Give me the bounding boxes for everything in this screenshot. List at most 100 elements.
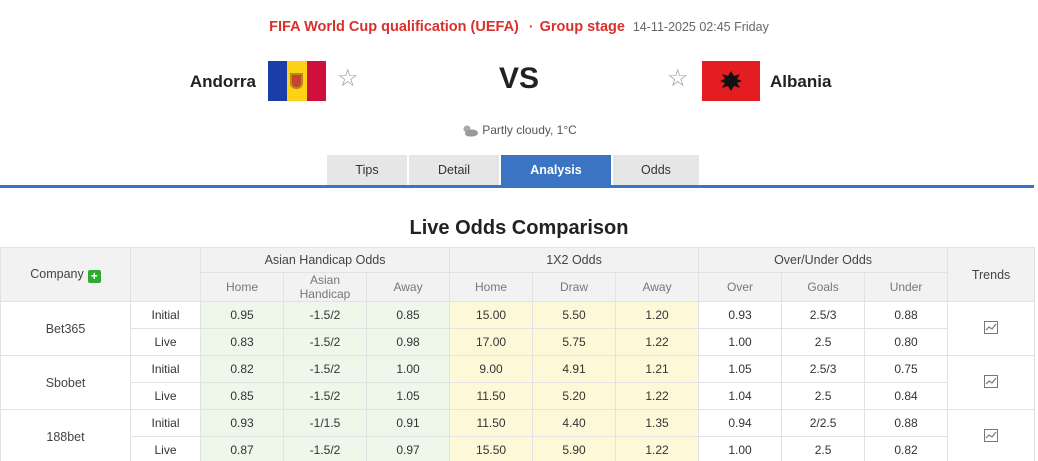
odds-cell: 1.22 xyxy=(615,382,700,410)
odds-table: Company + Asian Handicap Odds 1X2 Odds Ov… xyxy=(0,247,1036,461)
odds-cell: 2/2.5 xyxy=(781,409,866,437)
odds-cell: 0.80 xyxy=(864,328,949,356)
odds-cell: 1.00 xyxy=(698,328,783,356)
odds-cell: 2.5/3 xyxy=(781,301,866,329)
odds-cell: 2.5/3 xyxy=(781,355,866,383)
odds-cell: 1.21 xyxy=(615,355,700,383)
sub-header: Asian Handicap xyxy=(283,272,367,302)
odds-cell: 0.88 xyxy=(864,409,949,437)
plus-icon[interactable]: + xyxy=(87,269,101,283)
over-under-header: Over/Under Odds xyxy=(698,247,949,273)
trend-cell[interactable] xyxy=(947,301,1036,356)
odds-cell: 0.93 xyxy=(200,409,284,437)
trend-chart-icon[interactable] xyxy=(984,428,999,442)
odds-cell: 1.00 xyxy=(698,436,783,461)
table-row: Live 0.85 -1.5/2 1.05 11.50 5.20 1.22 1.04 2.5 0.… xyxy=(1,382,1035,410)
odds-cell: 0.94 xyxy=(698,409,783,437)
sub-header: Away xyxy=(365,272,451,302)
albania-flag-icon[interactable] xyxy=(702,61,760,101)
odds-type: Initial xyxy=(130,355,201,383)
odds-cell: 1.04 xyxy=(698,382,783,410)
weather-info: Partly cloudy, 1°C xyxy=(0,123,1038,137)
odds-cell: 0.82 xyxy=(864,436,949,461)
odds-cell: 5.20 xyxy=(532,382,617,410)
odds-cell: 1.05 xyxy=(365,382,451,410)
sub-header: Home xyxy=(449,272,534,302)
competition-link[interactable]: FIFA World Cup qualification (UEFA) xyxy=(269,19,519,35)
odds-cell: 0.75 xyxy=(864,355,949,383)
star-icon[interactable]: ☆ xyxy=(667,67,689,91)
match-header: FIFA World Cup qualification (UEFA) · Grou… xyxy=(0,18,1038,35)
odds-cell: -1.5/2 xyxy=(283,301,367,329)
section-title: Live Odds Comparison xyxy=(409,217,629,239)
company-name[interactable]: Sbobet xyxy=(0,355,131,410)
tab-tips[interactable]: Tips xyxy=(327,155,407,185)
odds-cell: 5.75 xyxy=(532,328,617,356)
odds-type: Live xyxy=(130,328,201,356)
company-name[interactable]: Bet365 xyxy=(0,301,131,356)
odds-cell: 1.05 xyxy=(698,355,783,383)
odds-cell: 0.95 xyxy=(200,301,284,329)
odds-cell: -1.5/2 xyxy=(283,328,367,356)
odds-cell: 1.22 xyxy=(615,328,700,356)
odds-cell: 2.5 xyxy=(781,436,866,461)
odds-cell: 11.50 xyxy=(449,409,534,437)
odds-type: Initial xyxy=(130,409,201,437)
trend-cell[interactable] xyxy=(947,355,1036,410)
table-row: Live 0.87 -1.5/2 0.97 15.50 5.90 1.22 1.00 2.5 0.… xyxy=(1,436,1035,461)
odds-cell: 4.91 xyxy=(532,355,617,383)
tab-underline xyxy=(0,185,1034,188)
odds-type: Live xyxy=(130,436,201,461)
odds-cell: 1.00 xyxy=(365,355,451,383)
odds-cell: 0.98 xyxy=(365,328,451,356)
asian-handicap-header: Asian Handicap Odds xyxy=(199,247,451,273)
odds-type: Live xyxy=(130,382,201,410)
sub-header: Goals xyxy=(781,272,866,302)
tab-analysis[interactable]: Analysis xyxy=(501,155,611,185)
away-team-name[interactable]: Albania xyxy=(770,72,831,92)
odds-cell: -1.5/2 xyxy=(283,382,367,410)
odds-cell: 1.35 xyxy=(615,409,700,437)
odds-cell: 0.82 xyxy=(200,355,284,383)
trend-chart-icon[interactable] xyxy=(984,374,999,388)
vs-label: VS xyxy=(498,62,540,95)
odds-cell: 1.22 xyxy=(615,436,700,461)
odds-cell: 0.85 xyxy=(365,301,451,329)
odds-cell: 2.5 xyxy=(781,328,866,356)
odds-cell: 15.00 xyxy=(449,301,534,329)
odds-cell: 0.88 xyxy=(864,301,949,329)
sub-header: Under xyxy=(864,272,949,302)
odds-cell: 11.50 xyxy=(449,382,534,410)
odds-cell: 0.91 xyxy=(365,409,451,437)
separator-dot: · xyxy=(528,18,534,34)
odds-type: Initial xyxy=(130,301,201,329)
odds-cell: 5.50 xyxy=(532,301,617,329)
odds-cell: 4.40 xyxy=(532,409,617,437)
odds-cell: 5.90 xyxy=(532,436,617,461)
sub-header: Away xyxy=(615,272,700,302)
odds-cell: 1.20 xyxy=(615,301,700,329)
trend-cell[interactable] xyxy=(947,409,1036,461)
odds-cell: 0.85 xyxy=(200,382,284,410)
odds-cell: 0.97 xyxy=(365,436,451,461)
odds-cell: 0.83 xyxy=(200,328,284,356)
table-row: Bet365 Initial 0.95 -1.5/2 0.85 15.00 5.50 1.20… xyxy=(0,301,1036,356)
company-header: Company + xyxy=(0,247,131,302)
trends-header: Trends xyxy=(947,247,1036,302)
table-row: Sbobet Initial 0.82 -1.5/2 1.00 9.00 4.91 1.21 1… xyxy=(0,355,1036,410)
company-name[interactable]: 188bet xyxy=(0,409,131,461)
tab-odds[interactable]: Odds xyxy=(613,155,699,185)
table-row: 188bet Initial 0.93 -1/1.5 0.91 11.50 4.40 1.35… xyxy=(0,409,1036,461)
trend-chart-icon[interactable] xyxy=(984,320,999,334)
1x2-header: 1X2 Odds xyxy=(449,247,700,273)
type-header xyxy=(130,247,201,302)
sub-header: Over xyxy=(698,272,783,302)
weather-text: Partly cloudy, 1°C xyxy=(482,123,577,137)
stage-link[interactable]: Group stage xyxy=(540,19,625,35)
odds-cell: 17.00 xyxy=(449,328,534,356)
sub-header: Draw xyxy=(532,272,617,302)
tab-detail[interactable]: Detail xyxy=(409,155,499,185)
match-tabs: Tips Detail Analysis Odds xyxy=(327,155,701,185)
odds-cell: 15.50 xyxy=(449,436,534,461)
match-datetime: 14-11-2025 02:45 Friday xyxy=(632,20,769,34)
